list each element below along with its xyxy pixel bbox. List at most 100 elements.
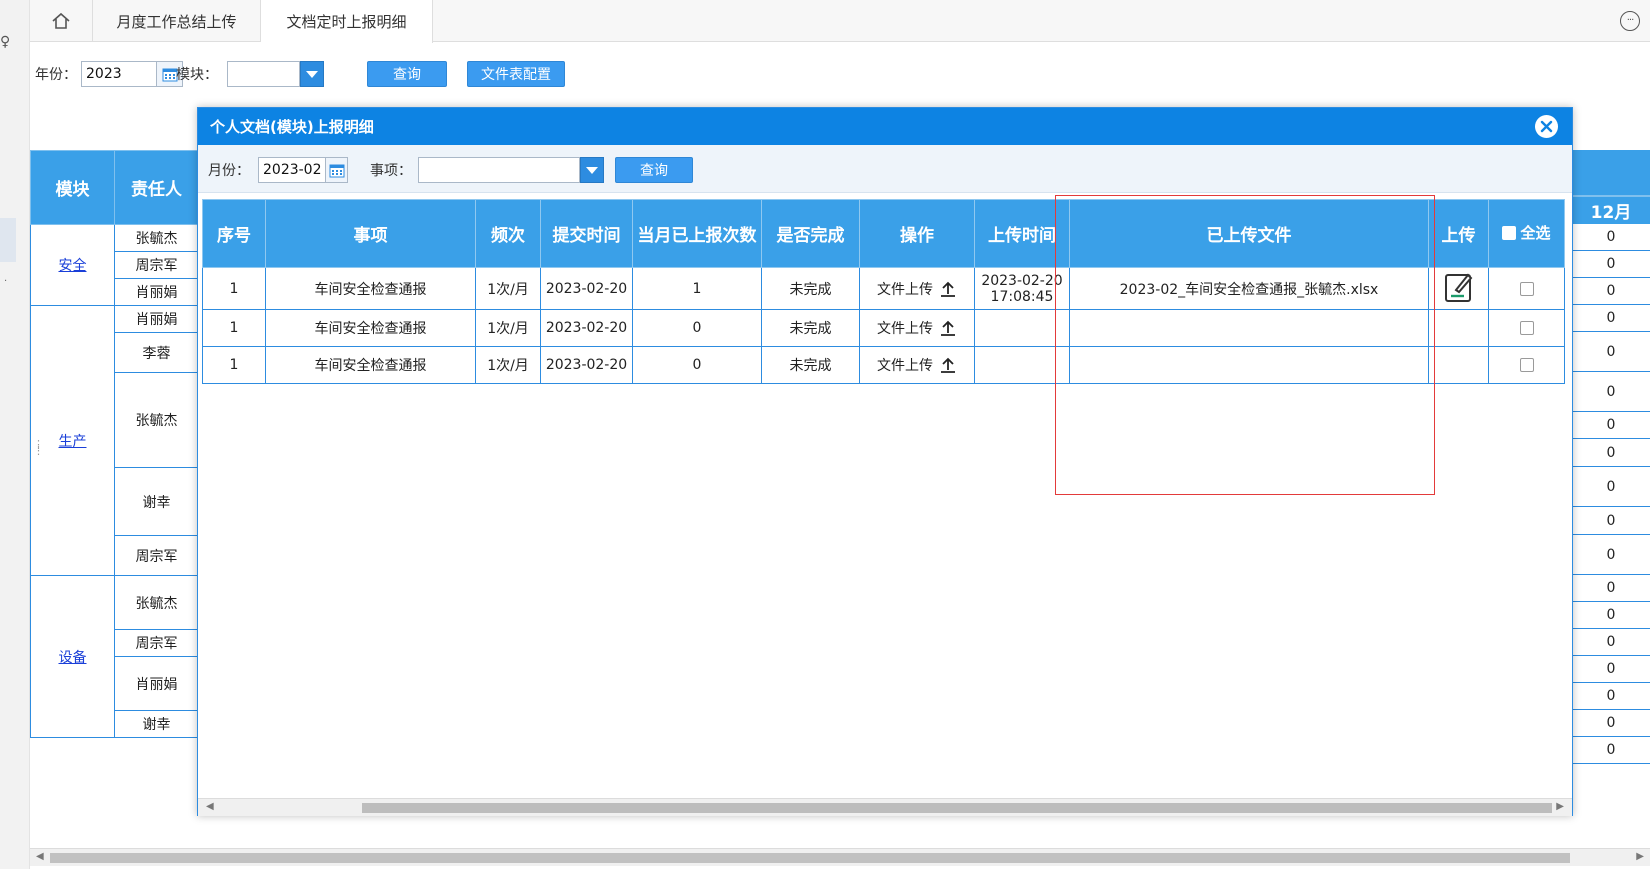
row-checkbox[interactable] xyxy=(1519,321,1534,335)
cell-index: 1 xyxy=(202,309,266,347)
file-upload-link[interactable]: 文件上传 xyxy=(877,279,957,299)
upload-icon xyxy=(941,320,955,336)
month12-cell: 0 xyxy=(1572,305,1650,332)
calendar-icon xyxy=(329,164,344,178)
month12-cell: 0 xyxy=(1572,412,1650,439)
cell-uploaded-file xyxy=(1069,309,1429,347)
item-select[interactable] xyxy=(418,157,580,183)
tab-document-report-detail[interactable]: 文档定时上报明细 xyxy=(261,0,433,43)
tab-home[interactable] xyxy=(30,0,93,42)
scroll-right-icon[interactable]: ▶ xyxy=(1636,851,1644,862)
query-button[interactable]: 查询 xyxy=(367,61,447,87)
cell-select xyxy=(1488,309,1565,347)
col-completed: 是否完成 xyxy=(761,199,860,268)
module-label: 模块： xyxy=(176,67,218,83)
cell-submit-time: 2023-02-20 xyxy=(540,309,633,347)
cell-count: 0 xyxy=(632,346,762,384)
cell-upload xyxy=(1428,346,1489,384)
month12-cell: 0 xyxy=(1572,278,1650,305)
module-dropdown-button[interactable] xyxy=(300,61,324,87)
month-header-group xyxy=(1572,150,1650,196)
file-table-config-button[interactable]: 文件表配置 xyxy=(467,61,565,87)
col-upload-time: 上传时间 xyxy=(974,199,1070,268)
page-horizontal-scrollbar[interactable]: ◀ ▶ xyxy=(30,848,1650,866)
cell-item: 车间安全检查通报 xyxy=(265,267,476,310)
home-icon xyxy=(52,12,70,29)
tab-monthly-summary[interactable]: 月度工作总结上传 xyxy=(93,0,261,42)
table-row: 1 车间安全检查通报 1次/月 2023-02-20 0 未完成 文件上传 xyxy=(202,309,1565,347)
owner-cell: 周宗军 xyxy=(114,629,199,657)
module-link-equipment[interactable]: 设备 xyxy=(59,650,87,666)
file-upload-label: 文件上传 xyxy=(877,281,933,298)
modal-close-button[interactable] xyxy=(1535,115,1558,138)
owner-cell: 周宗军 xyxy=(114,535,199,576)
cell-upload-time: 2023-02-20 17:08:45 xyxy=(974,267,1070,310)
module-cell: 安全 xyxy=(30,224,115,306)
cell-select xyxy=(1488,267,1565,310)
nav-dot-icon: · xyxy=(4,276,8,287)
owner-cell: 肖丽娟 xyxy=(114,656,199,711)
select-all-checkbox[interactable]: 全选 xyxy=(1502,222,1551,243)
month12-cell: 0 xyxy=(1572,372,1650,412)
cell-select xyxy=(1488,346,1565,384)
module-link-production[interactable]: 生产 xyxy=(59,434,87,450)
table-row: 1 车间安全检查通报 1次/月 2023-02-20 1 未完成 文件上传 20… xyxy=(202,267,1565,310)
modal-query-button[interactable]: 查询 xyxy=(615,157,693,183)
more-options-icon[interactable]: ··· xyxy=(1620,11,1640,31)
month12-cell: 0 xyxy=(1572,467,1650,507)
cell-completed: 未完成 xyxy=(761,346,860,384)
row-checkbox[interactable] xyxy=(1519,358,1534,372)
file-upload-link[interactable]: 文件上传 xyxy=(877,318,957,338)
owner-cell: 肖丽娟 xyxy=(114,278,199,306)
module-cell: 设备 xyxy=(30,575,115,738)
col-upload: 上传 xyxy=(1428,199,1489,268)
col-select-all: 全选 xyxy=(1488,199,1565,268)
cell-frequency: 1次/月 xyxy=(475,267,541,310)
module-link-safety[interactable]: 安全 xyxy=(59,258,87,274)
scroll-left-icon[interactable]: ◀ xyxy=(36,851,44,862)
month12-cell: 0 xyxy=(1572,332,1650,372)
modal-horizontal-scrollbar[interactable]: ◀ ▶ xyxy=(198,798,1572,816)
select-all-label: 全选 xyxy=(1520,224,1551,243)
cell-completed: 未完成 xyxy=(761,267,860,310)
cell-count: 1 xyxy=(632,267,762,310)
cell-uploaded-file[interactable]: 2023-02_车间安全检查通报_张毓杰.xlsx xyxy=(1069,267,1429,310)
month12-cell: 0 xyxy=(1572,251,1650,278)
edit-document-icon[interactable] xyxy=(1444,271,1474,303)
scroll-left-icon[interactable]: ◀ xyxy=(206,801,214,812)
owner-cell: 张毓杰 xyxy=(114,372,199,468)
month-calendar-button[interactable] xyxy=(326,157,348,183)
scrollbar-thumb[interactable] xyxy=(362,803,1552,813)
year-input[interactable]: 2023 xyxy=(81,61,157,87)
scrollbar-thumb[interactable] xyxy=(50,853,1570,863)
col-submit-time: 提交时间 xyxy=(540,199,633,268)
owner-cell: 周宗军 xyxy=(114,251,199,279)
col-item: 事项 xyxy=(265,199,476,268)
row-checkbox[interactable] xyxy=(1519,281,1534,296)
month12-cell: 0 xyxy=(1572,535,1650,575)
cell-upload xyxy=(1428,267,1489,310)
col-operation: 操作 xyxy=(859,199,975,268)
cell-upload-time xyxy=(974,309,1070,347)
module-select[interactable] xyxy=(227,61,300,87)
header-owner: 责任人 xyxy=(114,150,199,225)
scroll-right-icon[interactable]: ▶ xyxy=(1556,801,1564,812)
upload-date: 2023-02-20 xyxy=(981,272,1063,289)
month-input[interactable]: 2023-02 xyxy=(258,157,326,183)
file-upload-label: 文件上传 xyxy=(877,321,933,337)
resize-grip[interactable]: ⋮ ⋮ xyxy=(33,439,44,456)
month12-cell: 0 xyxy=(1572,602,1650,629)
col-index: 序号 xyxy=(202,199,266,268)
cell-item: 车间安全检查通报 xyxy=(265,309,476,347)
month-label: 月份： xyxy=(208,163,250,179)
close-icon xyxy=(1540,120,1553,133)
background-summary-table: 模块 责任人 安全 张毓杰 周宗军 肖丽娟 生产 肖丽娟 李蓉 张毓杰 谢幸 周… xyxy=(30,150,199,738)
user-icon[interactable]: ♀ xyxy=(0,34,10,50)
month12-cell: 0 xyxy=(1572,656,1650,683)
filter-row: 年份： 2023 模块： 查询 文件表配置 xyxy=(30,60,1030,90)
file-upload-link[interactable]: 文件上传 xyxy=(877,355,957,375)
chevron-down-icon xyxy=(586,166,598,174)
chevron-down-icon xyxy=(306,70,318,78)
owner-cell: 谢幸 xyxy=(114,467,199,536)
item-dropdown-button[interactable] xyxy=(580,157,604,183)
